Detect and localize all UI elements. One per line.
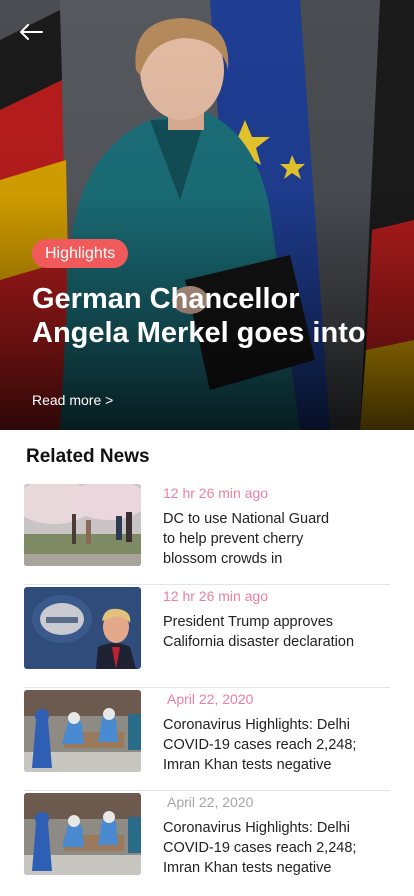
read-more-link[interactable]: Read more >	[32, 392, 113, 408]
hazmat-workers-photo	[24, 793, 141, 875]
highlights-badge: Highlights	[32, 239, 129, 268]
headline-line: DC to use National Guard	[163, 511, 330, 527]
hero-gradient	[0, 0, 414, 430]
hero-title-line-1: German Chancellor	[32, 283, 300, 315]
news-time: 12 hr 26 min ago	[163, 588, 269, 604]
news-headline: Coronavirus Highlights: Delhi COVID-19 c…	[163, 715, 389, 775]
news-headline: DC to use National Guard to help prevent…	[163, 509, 389, 569]
news-item[interactable]: 12 hr 26 min ago DC to use National Guar…	[24, 482, 390, 585]
headline-line: to help prevent cherry	[163, 531, 304, 547]
news-thumbnail	[24, 690, 141, 772]
arrow-left-icon	[20, 24, 43, 40]
read-more-label: Read more >	[32, 392, 114, 408]
headline-line: blossom crowds in	[163, 551, 283, 567]
headline-line: California disaster declaration	[163, 634, 355, 650]
press-briefing-photo	[24, 587, 141, 669]
news-thumbnail	[24, 587, 141, 669]
hero-banner[interactable]: Highlights German Chancellor Angela Merk…	[0, 0, 414, 430]
news-time: April 22, 2020	[167, 794, 254, 810]
headline-line: COVID-19 cases reach 2,248;	[163, 840, 357, 856]
hero-title-line-2: Angela Merkel goes into	[32, 317, 366, 349]
headline-line: Imran Khan tests negative	[163, 860, 332, 876]
hazmat-workers-photo	[24, 690, 141, 772]
headline-line: Coronavirus Highlights: Delhi	[163, 820, 350, 836]
related-news-heading: Related News	[26, 446, 150, 467]
news-headline: President Trump approves California disa…	[163, 612, 389, 652]
news-thumbnail	[24, 793, 141, 875]
hero-title: German Chancellor Angela Merkel goes int…	[32, 282, 402, 350]
back-button[interactable]	[14, 18, 48, 46]
news-item[interactable]: April 22, 2020 Coronavirus Highlights: D…	[24, 688, 390, 791]
headline-line: COVID-19 cases reach 2,248;	[163, 737, 357, 753]
related-news-list: 12 hr 26 min ago DC to use National Guar…	[24, 482, 390, 894]
news-item[interactable]: 12 hr 26 min ago President Trump approve…	[24, 585, 390, 688]
news-item[interactable]: April 22, 2020 Coronavirus Highlights: D…	[24, 791, 390, 894]
cherry-blossom-photo	[24, 484, 141, 566]
headline-line: Imran Khan tests negative	[163, 757, 332, 773]
news-time: 12 hr 26 min ago	[163, 485, 269, 501]
headline-line: Coronavirus Highlights: Delhi	[163, 717, 350, 733]
news-headline: Coronavirus Highlights: Delhi COVID-19 c…	[163, 818, 389, 878]
headline-line: President Trump approves	[163, 614, 334, 630]
news-thumbnail	[24, 484, 141, 566]
news-time: April 22, 2020	[167, 691, 254, 707]
